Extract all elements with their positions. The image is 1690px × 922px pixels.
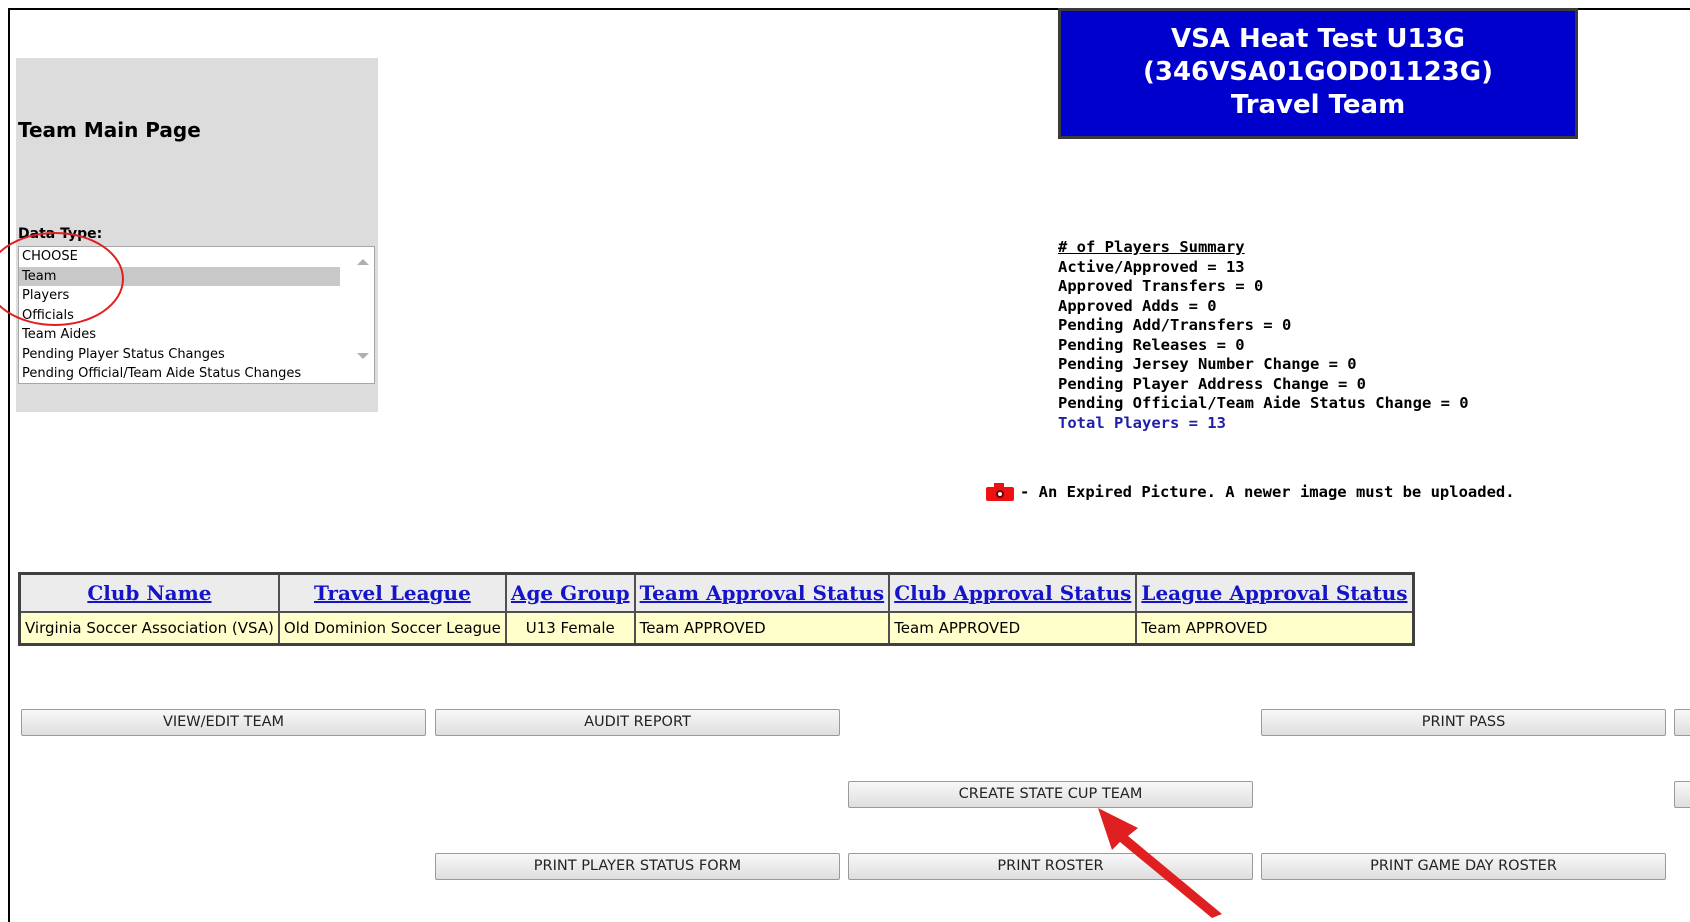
- list-option-team-aides[interactable]: Team Aides: [19, 325, 340, 345]
- list-option-players[interactable]: Players: [19, 286, 340, 306]
- print-game-day-roster-button[interactable]: PRINT GAME DAY ROSTER: [1261, 853, 1666, 880]
- offscreen-button[interactable]: [1674, 709, 1690, 736]
- team-type: Travel Team: [1230, 90, 1406, 120]
- view-edit-team-button[interactable]: VIEW/EDIT TEAM: [21, 709, 426, 736]
- listbox-scrollbar[interactable]: [352, 247, 374, 383]
- summary-heading: # of Players Summary: [1058, 238, 1245, 256]
- expired-picture-note: - An Expired Picture. A newer image must…: [986, 483, 1515, 501]
- cell-team-approval: Team APPROVED: [633, 611, 891, 646]
- team-info-table: Club Name Travel League Age Group Team A…: [18, 572, 1415, 646]
- list-option-team[interactable]: Team: [19, 266, 340, 286]
- cell-travel-league: Old Dominion Soccer League: [277, 611, 507, 646]
- summary-line: Pending Official/Team Aide Status Change…: [1058, 394, 1469, 412]
- annotation-arrow-icon: [1098, 808, 1222, 918]
- print-player-status-form-button[interactable]: PRINT PLAYER STATUS FORM: [435, 853, 840, 880]
- data-type-label: Data Type:: [18, 226, 103, 242]
- header-club-name[interactable]: Club Name: [18, 572, 280, 613]
- list-option-pending-official-status[interactable]: Pending Official/Team Aide Status Change…: [19, 364, 340, 383]
- team-name: VSA Heat Test U13G: [1171, 24, 1465, 54]
- list-option-pending-player-status[interactable]: Pending Player Status Changes: [19, 345, 340, 365]
- offscreen-button[interactable]: [1674, 781, 1690, 808]
- scroll-down-icon[interactable]: [357, 353, 369, 359]
- header-league-approval-status[interactable]: League Approval Status: [1135, 572, 1415, 613]
- team-code: (346VSA01GOD01123G): [1142, 57, 1493, 87]
- summary-line: Pending Player Address Change = 0: [1058, 374, 1366, 393]
- list-option-choose[interactable]: CHOOSE: [19, 247, 340, 267]
- summary-line: Approved Adds = 0: [1058, 296, 1217, 315]
- summary-line: Pending Jersey Number Change = 0: [1058, 355, 1357, 373]
- print-pass-button[interactable]: PRINT PASS: [1261, 709, 1666, 736]
- expired-note-text: - An Expired Picture. A newer image must…: [1020, 483, 1515, 501]
- audit-report-button[interactable]: AUDIT REPORT: [435, 709, 840, 736]
- cell-league-approval: Team APPROVED: [1135, 611, 1415, 646]
- camera-icon: [986, 483, 1014, 501]
- team-header-box: VSA Heat Test U13G (346VSA01GOD01123G) T…: [1058, 8, 1578, 139]
- scroll-up-icon[interactable]: [357, 259, 369, 265]
- cell-club-approval: Team APPROVED: [888, 611, 1138, 646]
- table-row: Virginia Soccer Association (VSA) Old Do…: [18, 611, 1415, 646]
- page-title: Team Main Page: [18, 118, 201, 142]
- header-team-approval-status[interactable]: Team Approval Status: [633, 572, 891, 613]
- header-club-approval-status[interactable]: Club Approval Status: [888, 572, 1138, 613]
- summary-line: Active/Approved = 13: [1058, 257, 1245, 276]
- cell-club-name: Virginia Soccer Association (VSA): [18, 611, 280, 646]
- header-age-group[interactable]: Age Group: [504, 572, 636, 613]
- players-summary: # of Players Summary Active/Approved = 1…: [1058, 238, 1469, 433]
- summary-line: Pending Releases = 0: [1058, 335, 1245, 354]
- cell-age-group: U13 Female: [504, 611, 636, 646]
- table-header-row: Club Name Travel League Age Group Team A…: [18, 572, 1415, 613]
- data-type-listbox[interactable]: CHOOSE Team Players Officials Team Aides…: [18, 246, 375, 384]
- summary-total: Total Players = 13: [1058, 413, 1226, 432]
- create-state-cup-team-button[interactable]: CREATE STATE CUP TEAM: [848, 781, 1253, 808]
- header-travel-league[interactable]: Travel League: [277, 572, 507, 613]
- list-option-officials[interactable]: Officials: [19, 306, 340, 326]
- summary-line: Approved Transfers = 0: [1058, 277, 1264, 295]
- summary-line: Pending Add/Transfers = 0: [1058, 316, 1292, 334]
